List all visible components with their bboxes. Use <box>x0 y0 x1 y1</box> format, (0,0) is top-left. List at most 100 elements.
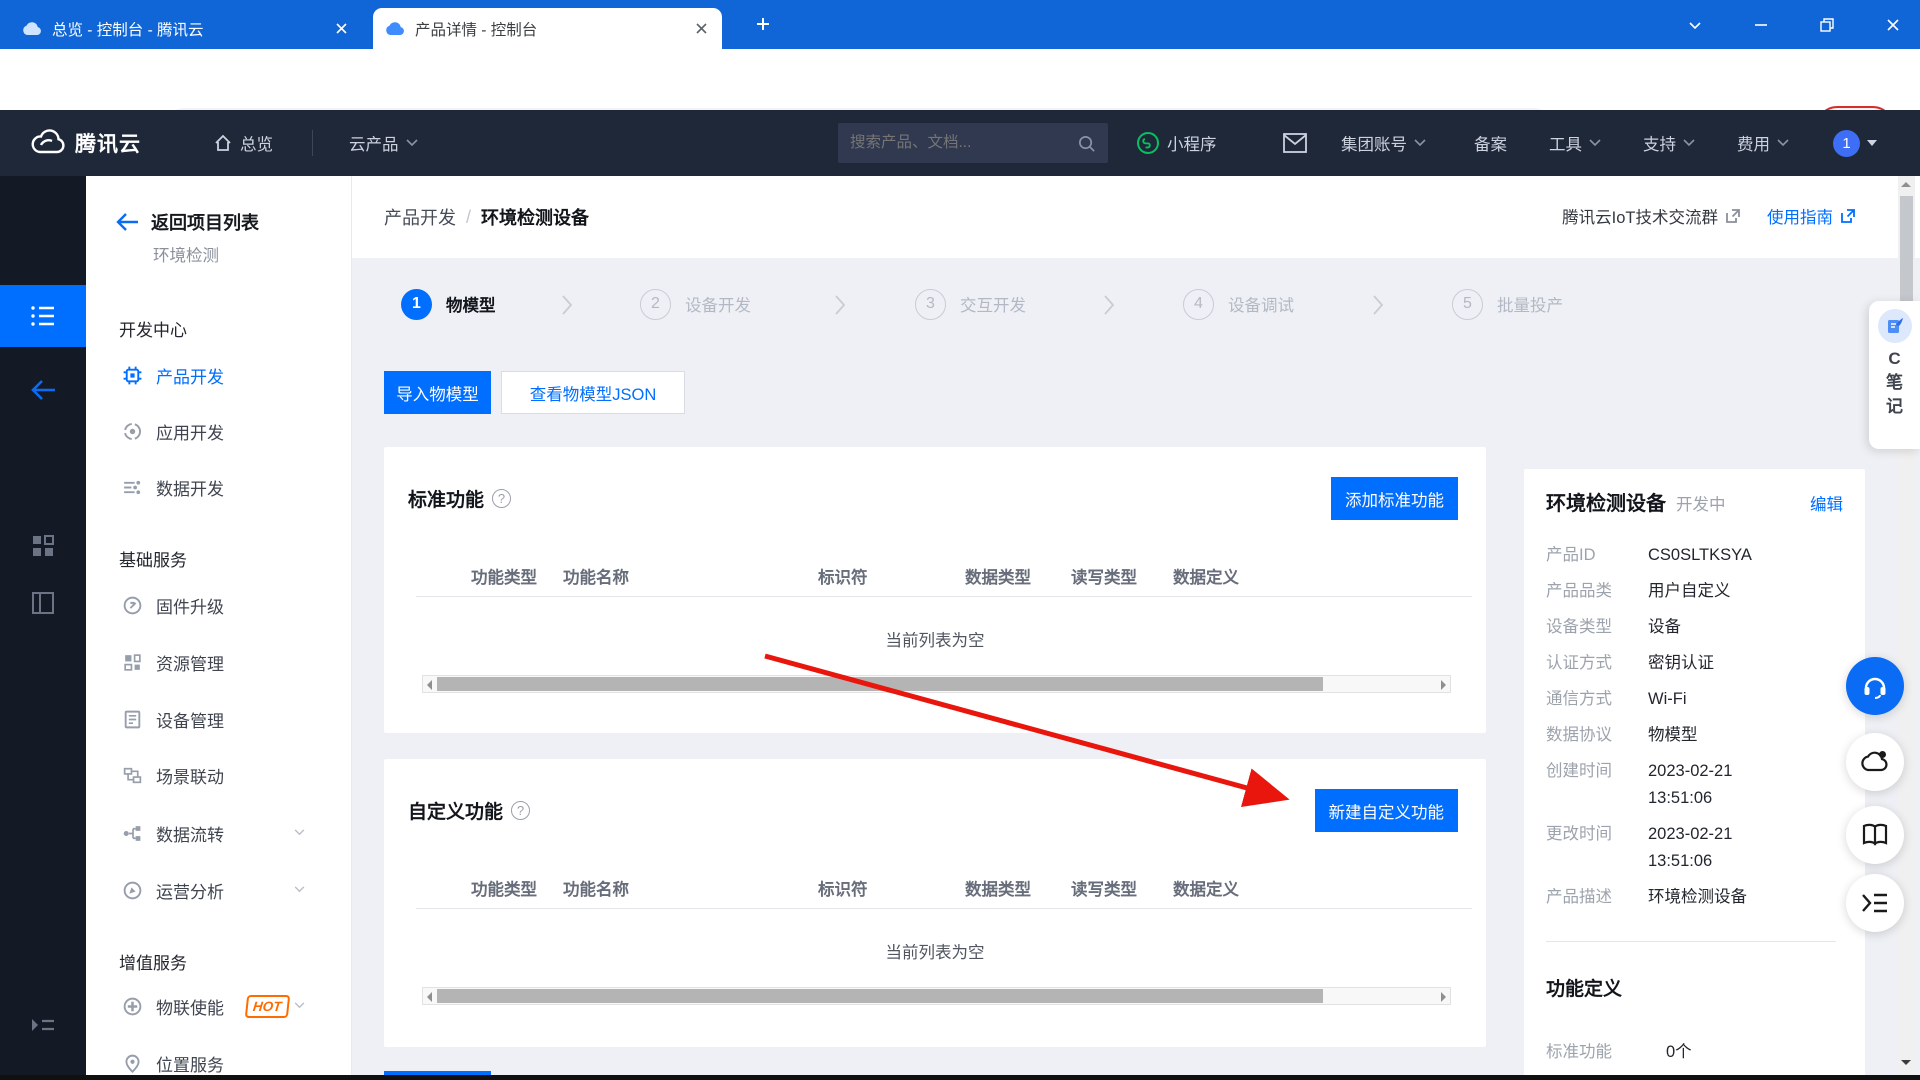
nav-divider <box>312 130 313 156</box>
iot-group-link[interactable]: 腾讯云IoT技术交流群 <box>1562 204 1741 228</box>
card-field-row: 产品IDCS0SLTKSYA <box>1546 542 1846 569</box>
docs-button[interactable] <box>1846 806 1904 864</box>
sidebar-item-product-dev[interactable]: 产品开发 <box>86 358 352 392</box>
caret-down-icon <box>1867 140 1877 147</box>
standard-features-panel: 标准功能 ? 添加标准功能 功能类型功能名称标识符数据类型读写类型数据定义 当前… <box>384 447 1486 733</box>
user-guide-link[interactable]: 使用指南 <box>1767 204 1856 228</box>
cloud-message-button[interactable] <box>1846 733 1904 791</box>
sidebar-item-resource[interactable]: 资源管理 <box>86 645 352 679</box>
standard-empty-text: 当前列表为空 <box>384 627 1486 651</box>
nav-overview[interactable]: 总览 <box>213 110 273 176</box>
browser-tab-2[interactable]: 产品详情 - 控制台 <box>373 8 722 49</box>
scrollbar-down-arrow[interactable] <box>1901 1060 1911 1065</box>
breadcrumb-parent[interactable]: 产品开发 <box>384 204 456 230</box>
nav-messages[interactable] <box>1283 110 1307 176</box>
chevron-down-icon <box>294 886 305 893</box>
nav-billing[interactable]: 费用 <box>1737 110 1789 176</box>
breadcrumb-separator: / <box>466 207 471 228</box>
custom-hscrollbar[interactable] <box>422 987 1451 1005</box>
nav-cloud-products[interactable]: 云产品 <box>349 110 418 176</box>
rail-menu-button[interactable] <box>0 285 86 347</box>
view-model-json-button[interactable]: 查看物模型JSON <box>501 371 685 414</box>
sidebar-item-firmware[interactable]: 固件升级 <box>86 588 352 622</box>
tab-title: 产品详情 - 控制台 <box>415 18 682 40</box>
sidebar-item-label: 数据开发 <box>156 475 224 500</box>
rail-back-button[interactable] <box>0 366 86 414</box>
sidebar-item-app-dev[interactable]: 应用开发 <box>86 414 352 448</box>
sidebar-item-label: 数据流转 <box>156 821 224 846</box>
column-header: 标识符 <box>818 564 868 588</box>
sidebar-item-label: 运营分析 <box>156 878 224 903</box>
custom-features-panel: 自定义功能 ? 新建自定义功能 功能类型功能名称标识符数据类型读写类型数据定义 … <box>384 759 1486 1047</box>
scroll-right-arrow[interactable] <box>1441 992 1446 1002</box>
step-2[interactable]: 2设备开发 <box>640 288 751 320</box>
scroll-left-arrow[interactable] <box>427 680 432 690</box>
sidebar-item-label: 场景联动 <box>156 763 224 788</box>
chevron-down-icon <box>294 829 305 836</box>
restore-button[interactable] <box>1814 12 1840 38</box>
scrollbar-thumb[interactable] <box>1900 196 1913 302</box>
nav-mini-program[interactable]: 小程序 <box>1136 110 1217 176</box>
help-icon[interactable]: ? <box>492 489 511 508</box>
card-field-row: 创建时间2023-02-21 13:51:06 <box>1546 758 1846 812</box>
scroll-right-arrow[interactable] <box>1441 680 1446 690</box>
hot-badge: HOT <box>245 995 290 1018</box>
card-field-row: 认证方式密钥认证 <box>1546 650 1846 677</box>
chevron-down-icon <box>1414 139 1426 147</box>
sidebar-item-data-dev[interactable]: 数据开发 <box>86 470 352 504</box>
nav-search-box[interactable] <box>838 123 1108 163</box>
tencent-cloud-logo[interactable]: 腾讯云 <box>28 110 141 176</box>
step-3[interactable]: 3 交互开发 <box>915 288 1026 320</box>
nav-tools[interactable]: 工具 <box>1549 110 1601 176</box>
edit-product-link[interactable]: 编辑 <box>1810 491 1843 515</box>
help-icon[interactable]: ? <box>511 801 530 820</box>
step-5[interactable]: 5批量投产 <box>1452 288 1563 320</box>
minimize-button[interactable] <box>1748 12 1774 38</box>
new-tab-button[interactable] <box>753 14 773 34</box>
browser-toolbar: console.cloud.tencent.com/iotexplorer/pr… <box>0 49 1920 110</box>
step-1[interactable]: 1物模型 <box>401 288 496 320</box>
nav-group-account[interactable]: 集团账号 <box>1341 110 1426 176</box>
card-divider <box>1546 941 1836 942</box>
rail-grid-button[interactable] <box>0 522 86 570</box>
mini-program-icon <box>1136 131 1160 155</box>
titlebar-chevron-icon[interactable] <box>1682 12 1708 38</box>
step-label: 交互开发 <box>960 292 1026 316</box>
sidebar-item-iot-enable[interactable]: 物联使能HOT <box>86 989 352 1023</box>
back-to-projects[interactable]: 返回项目列表 <box>116 209 259 235</box>
rail-layout-button[interactable] <box>0 579 86 627</box>
step-separator-icon <box>561 294 573 316</box>
nav-icp[interactable]: 备案 <box>1474 110 1507 176</box>
field-value: 2023-02-21 13:51:06 <box>1648 758 1766 812</box>
headset-icon <box>1860 671 1890 701</box>
console-top-nav: 腾讯云 总览 云产品 小程序 集团账号 备案 工具 支持 费用 1 <box>0 110 1920 176</box>
scrollbar-up-arrow[interactable] <box>1901 182 1911 187</box>
browser-tab-1[interactable]: 总览 - 控制台 - 腾讯云 <box>10 8 362 49</box>
support-headset-button[interactable] <box>1846 657 1904 715</box>
step-4[interactable]: 4设备调试 <box>1183 288 1294 320</box>
nav-user-avatar[interactable]: 1 <box>1833 110 1877 176</box>
add-standard-feature-button[interactable]: 添加标准功能 <box>1331 477 1458 520</box>
import-model-button[interactable]: 导入物模型 <box>384 371 491 414</box>
scroll-left-arrow[interactable] <box>427 992 432 1002</box>
sidebar-item-scene[interactable]: 场景联动 <box>86 758 352 792</box>
field-value: 2023-02-21 13:51:06 <box>1648 821 1766 875</box>
scroll-thumb[interactable] <box>437 677 1323 691</box>
tab-close-icon[interactable] <box>692 20 710 38</box>
console-list-button[interactable] <box>1846 874 1904 932</box>
sidebar-item-device[interactable]: 设备管理 <box>86 702 352 736</box>
standard-hscrollbar[interactable] <box>422 675 1451 693</box>
sidebar-item-analysis[interactable]: 运营分析 <box>86 873 352 907</box>
scroll-thumb[interactable] <box>437 989 1323 1003</box>
sidebar-item-dataflow[interactable]: 数据流转 <box>86 816 352 850</box>
sidebar-section-label: 开发中心 <box>119 316 187 341</box>
close-window-button[interactable] <box>1880 12 1906 38</box>
nav-support[interactable]: 支持 <box>1643 110 1695 176</box>
back-arrow-icon <box>116 212 140 232</box>
search-input[interactable] <box>850 134 1077 152</box>
cloud-note-widget[interactable]: C 笔 记 <box>1869 301 1920 449</box>
rail-collapse-button[interactable] <box>0 1001 86 1049</box>
add-custom-feature-button[interactable]: 新建自定义功能 <box>1315 789 1459 832</box>
tab-close-icon[interactable] <box>332 20 350 38</box>
step-number: 3 <box>915 289 946 320</box>
